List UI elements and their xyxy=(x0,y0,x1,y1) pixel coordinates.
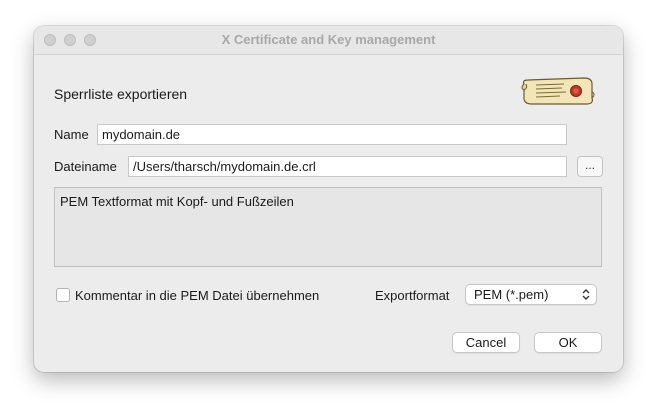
certificate-scroll-icon xyxy=(521,77,595,105)
export-format-select[interactable]: PEM (*.pem) xyxy=(465,284,597,305)
filename-label: Dateiname xyxy=(54,159,117,174)
chevron-updown-icon xyxy=(582,289,590,300)
comment-checkbox-label[interactable]: Kommentar in die PEM Datei übernehmen xyxy=(75,288,319,303)
export-format-value: PEM (*.pem) xyxy=(474,287,549,302)
name-input[interactable]: mydomain.de xyxy=(97,124,567,145)
comment-checkbox[interactable] xyxy=(56,288,70,302)
title-bar: X Certificate and Key management xyxy=(34,26,623,55)
filename-input[interactable]: /Users/tharsch/mydomain.de.crl xyxy=(128,156,567,177)
export-format-label: Exportformat xyxy=(375,288,450,303)
name-label: Name xyxy=(54,127,89,142)
window-title: X Certificate and Key management xyxy=(221,32,436,47)
browse-file-button[interactable]: ... xyxy=(577,156,603,177)
dialog-window: X Certificate and Key management Sperrli… xyxy=(34,26,623,372)
cancel-button[interactable]: Cancel xyxy=(452,332,520,353)
format-description: PEM Textformat mit Kopf- und Fußzeilen xyxy=(54,187,602,267)
ok-button[interactable]: OK xyxy=(534,332,602,353)
dialog-heading: Sperrliste exportieren xyxy=(54,86,188,102)
